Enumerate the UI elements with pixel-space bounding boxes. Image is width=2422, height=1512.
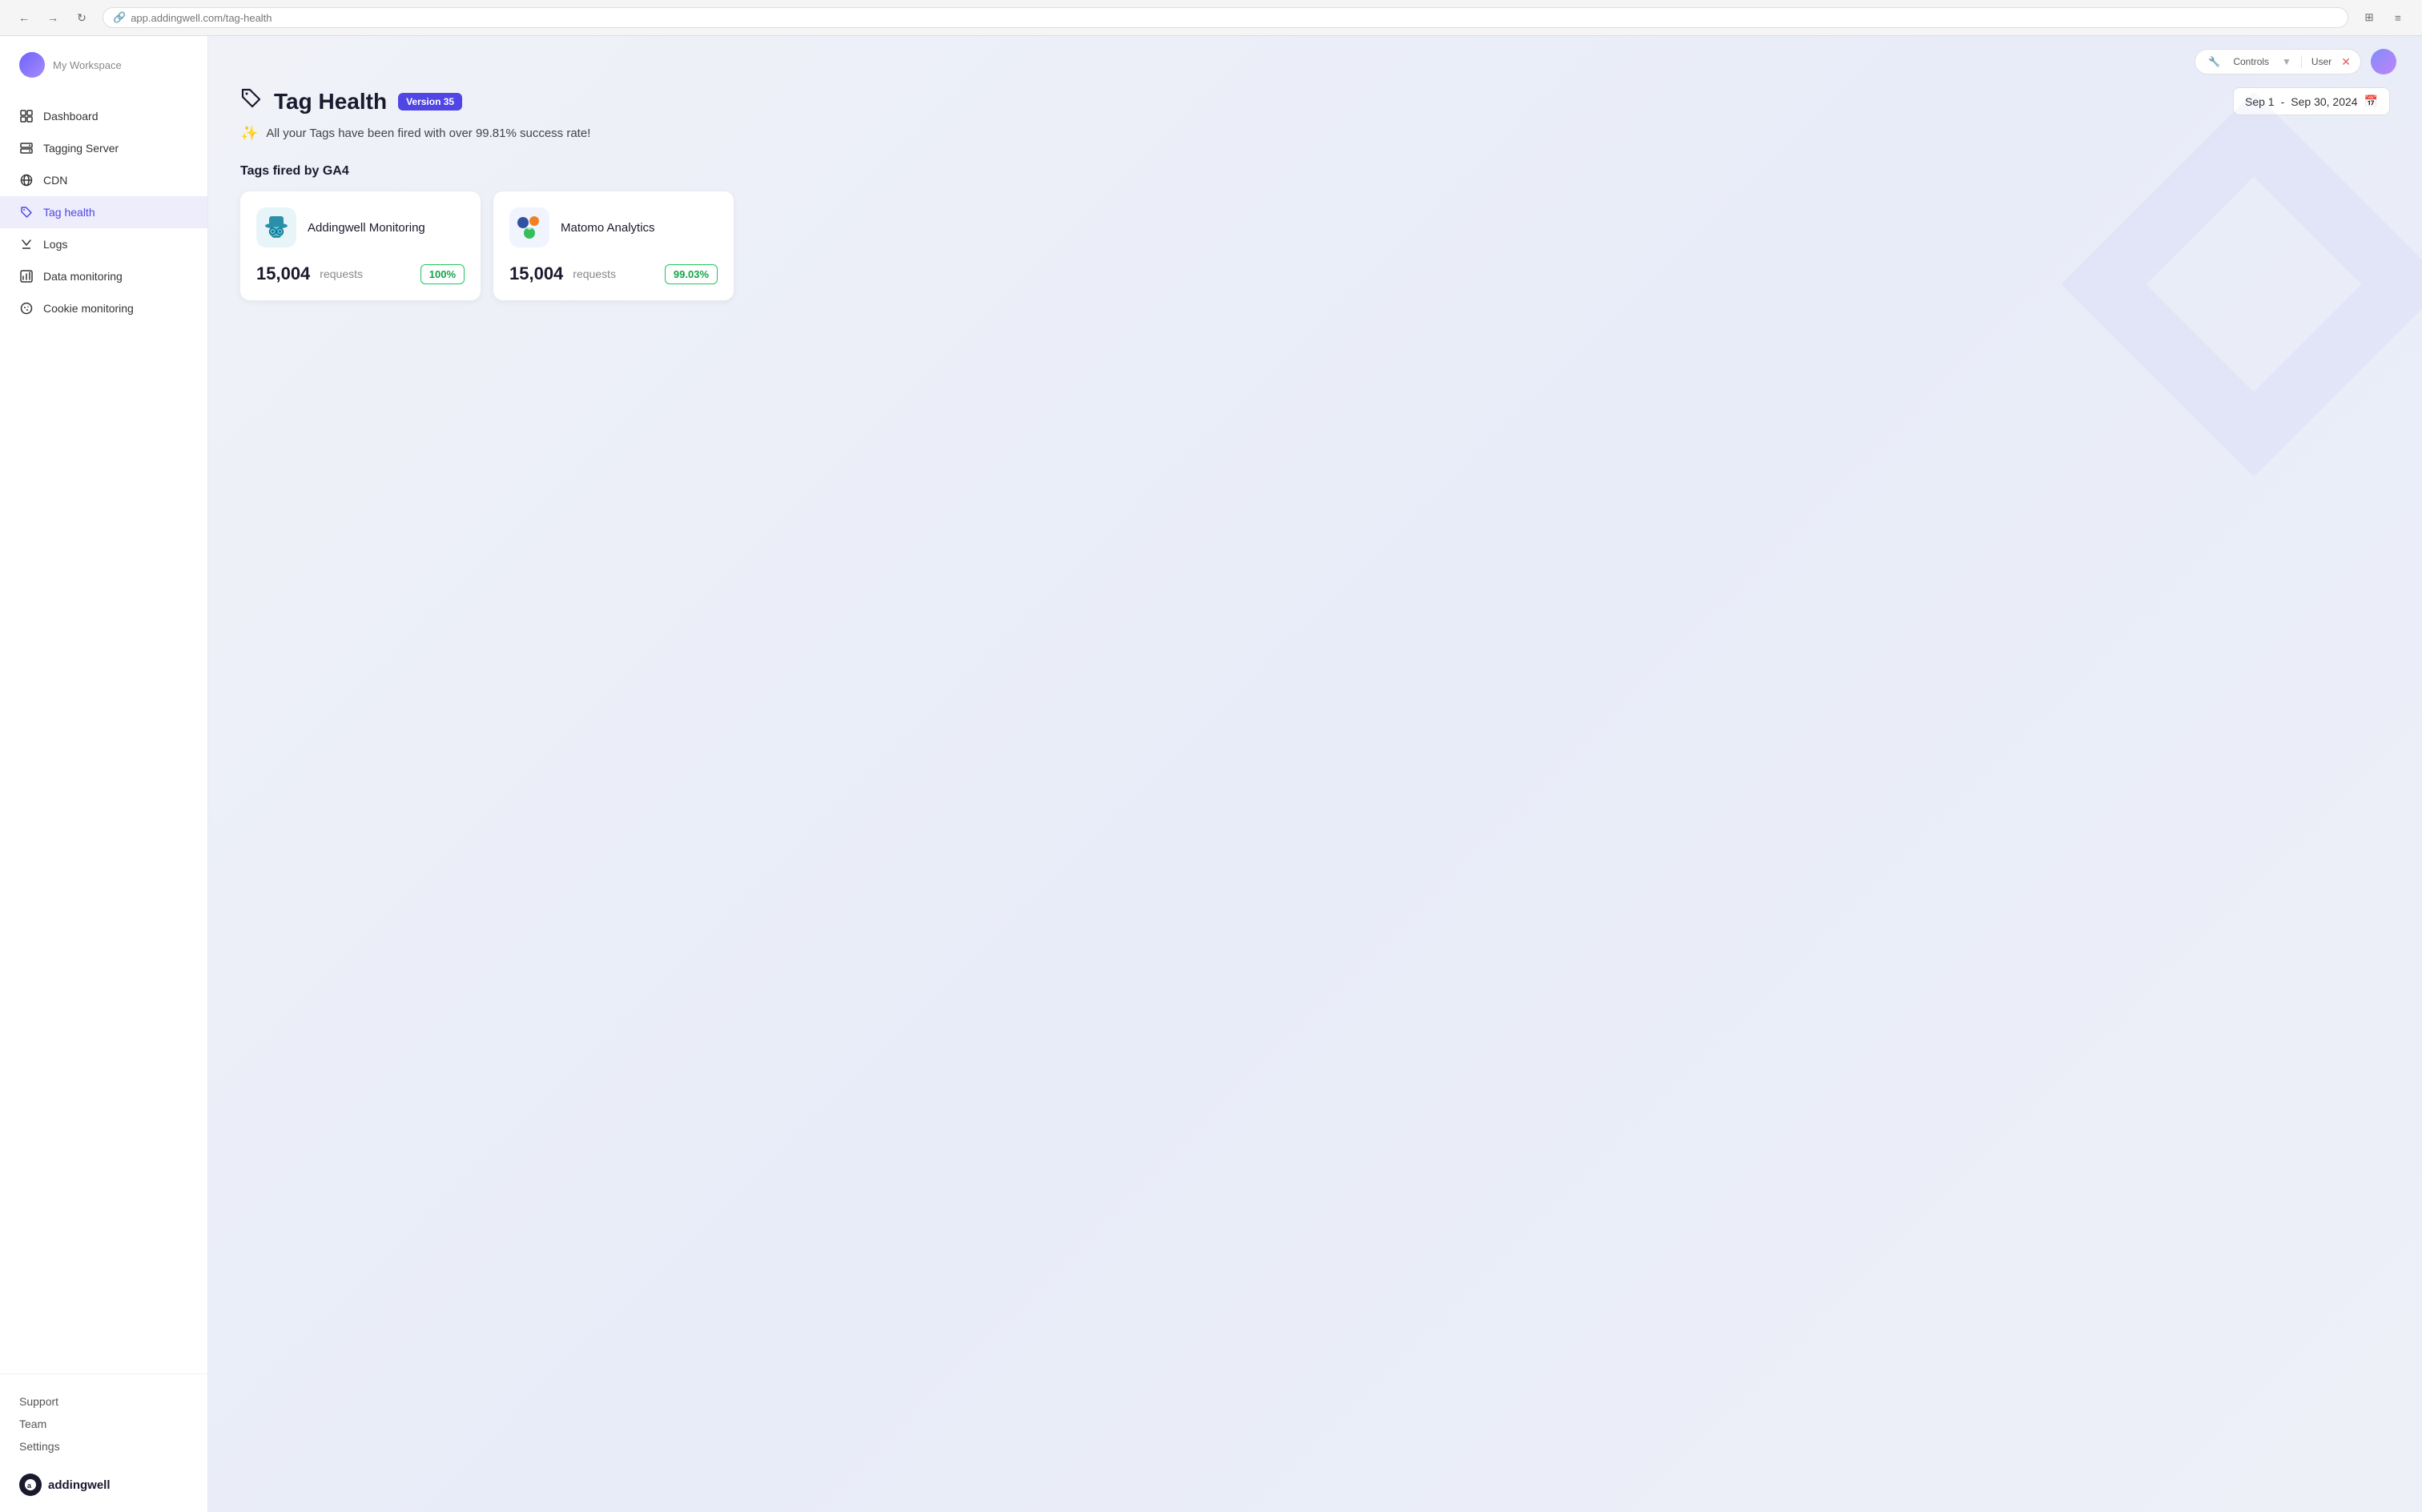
topbar-close-button[interactable]: ✕ xyxy=(2341,55,2351,69)
sidebar-item-tag-health[interactable]: Tag health xyxy=(0,196,207,228)
sidebar-item-cdn[interactable]: CDN xyxy=(0,164,207,196)
version-badge: Version 35 xyxy=(398,93,462,111)
sidebar-item-tagging-server[interactable]: Tagging Server xyxy=(0,132,207,164)
success-message: ✨ All your Tags have been fired with ove… xyxy=(240,125,2390,142)
page-header: Tag Health Version 35 Sep 1 - Sep 30, 20… xyxy=(240,87,2390,115)
sidebar-header: My Workspace xyxy=(0,36,207,94)
reload-button[interactable]: ↻ xyxy=(70,6,93,29)
settings-link[interactable]: Settings xyxy=(19,1435,188,1458)
team-link[interactable]: Team xyxy=(19,1413,188,1435)
matomo-card-footer: 15,004 requests 99.03% xyxy=(509,263,718,284)
topbar: 🔧 Controls ▼ User ✕ xyxy=(208,36,2422,87)
matomo-success-rate: 99.03% xyxy=(665,264,718,284)
section-title: Tags fired by GA4 xyxy=(240,164,2390,179)
topbar-user: User xyxy=(2308,54,2335,69)
tag-icon xyxy=(19,205,34,219)
sidebar: My Workspace Dashboard xyxy=(0,36,208,1512)
sidebar-item-data-monitoring-label: Data monitoring xyxy=(43,270,123,283)
date-separator: - xyxy=(2281,95,2285,108)
date-range-selector[interactable]: Sep 1 - Sep 30, 2024 📅 xyxy=(2233,87,2390,115)
date-start: Sep 1 xyxy=(2245,95,2275,108)
user-avatar[interactable] xyxy=(2371,49,2396,74)
brand-name-label: addingwell xyxy=(48,1478,111,1492)
page-content: Tag Health Version 35 Sep 1 - Sep 30, 20… xyxy=(208,87,2422,332)
sidebar-item-cookie-monitoring-label: Cookie monitoring xyxy=(43,302,134,315)
sidebar-nav: Dashboard Tagging Server xyxy=(0,94,207,1373)
sidebar-item-dashboard[interactable]: Dashboard xyxy=(0,100,207,132)
success-star-icon: ✨ xyxy=(240,125,258,142)
page-title-group: Tag Health Version 35 xyxy=(240,87,462,115)
browser-chrome: ← → ↻ 🔗 app.addingwell.com/tag-health ⊞ … xyxy=(0,0,2422,36)
calendar-icon: 📅 xyxy=(2364,94,2378,108)
addingwell-requests-label: requests xyxy=(320,267,363,280)
support-link[interactable]: Support xyxy=(19,1390,188,1413)
link-icon: 🔗 xyxy=(113,11,126,24)
forward-button[interactable]: → xyxy=(42,6,64,29)
page-title-tag-icon xyxy=(240,87,263,115)
addingwell-success-rate: 100% xyxy=(420,264,465,284)
address-bar[interactable]: 🔗 app.addingwell.com/tag-health xyxy=(103,7,2348,28)
topbar-label: 🔧 xyxy=(2205,54,2223,69)
matomo-requests-count: 15,004 xyxy=(509,263,563,284)
topbar-chevron[interactable]: ▼ xyxy=(2279,54,2295,69)
workspace-avatar xyxy=(19,52,45,78)
sidebar-brand: a addingwell xyxy=(19,1464,188,1496)
extensions-button[interactable]: ⊞ xyxy=(2358,6,2380,29)
matomo-requests-label: requests xyxy=(573,267,616,280)
browser-nav-buttons: ← → ↻ xyxy=(13,6,93,29)
globe-icon xyxy=(19,173,34,187)
main-content: 🔧 Controls ▼ User ✕ xyxy=(208,36,2422,1512)
cookie-icon xyxy=(19,301,34,316)
data-monitoring-icon xyxy=(19,269,34,284)
sidebar-item-dashboard-label: Dashboard xyxy=(43,110,99,123)
address-text: app.addingwell.com/tag-health xyxy=(131,12,272,24)
sidebar-item-logs-label: Logs xyxy=(43,238,67,251)
addingwell-logo xyxy=(256,207,296,247)
topbar-controls: 🔧 Controls ▼ User ✕ xyxy=(2195,49,2361,74)
logs-icon xyxy=(19,237,34,251)
workspace-name: My Workspace xyxy=(53,59,122,71)
card-header-matomo: Matomo Analytics xyxy=(509,207,718,247)
sidebar-item-cdn-label: CDN xyxy=(43,174,67,187)
success-text: All your Tags have been fired with over … xyxy=(266,127,590,140)
topbar-text: Controls xyxy=(2230,54,2272,69)
browser-actions: ⊞ ≡ xyxy=(2358,6,2409,29)
matomo-card-name: Matomo Analytics xyxy=(561,221,655,235)
back-button[interactable]: ← xyxy=(13,6,35,29)
sidebar-item-tagging-server-label: Tagging Server xyxy=(43,142,119,155)
addingwell-monitoring-card: Addingwell Monitoring 15,004 requests 10… xyxy=(240,191,481,300)
server-icon xyxy=(19,141,34,155)
matomo-analytics-card: Matomo Analytics 15,004 requests 99.03% xyxy=(493,191,734,300)
app-container: My Workspace Dashboard xyxy=(0,36,2422,1512)
card-header-addingwell: Addingwell Monitoring xyxy=(256,207,465,247)
menu-button[interactable]: ≡ xyxy=(2387,6,2409,29)
addingwell-card-footer: 15,004 requests 100% xyxy=(256,263,465,284)
dashboard-icon xyxy=(19,109,34,123)
sidebar-footer: Support Team Settings a addingwell xyxy=(0,1373,207,1512)
addingwell-card-name: Addingwell Monitoring xyxy=(308,221,425,235)
cards-grid: Addingwell Monitoring 15,004 requests 10… xyxy=(240,191,2390,300)
brand-logo-icon: a xyxy=(19,1474,42,1496)
date-end: Sep 30, 2024 xyxy=(2291,95,2357,108)
page-title: Tag Health xyxy=(274,89,387,115)
sidebar-item-data-monitoring[interactable]: Data monitoring xyxy=(0,260,207,292)
addingwell-requests-count: 15,004 xyxy=(256,263,310,284)
sidebar-item-cookie-monitoring[interactable]: Cookie monitoring xyxy=(0,292,207,324)
sidebar-item-tag-health-label: Tag health xyxy=(43,206,95,219)
sidebar-item-logs[interactable]: Logs xyxy=(0,228,207,260)
matomo-logo xyxy=(509,207,549,247)
